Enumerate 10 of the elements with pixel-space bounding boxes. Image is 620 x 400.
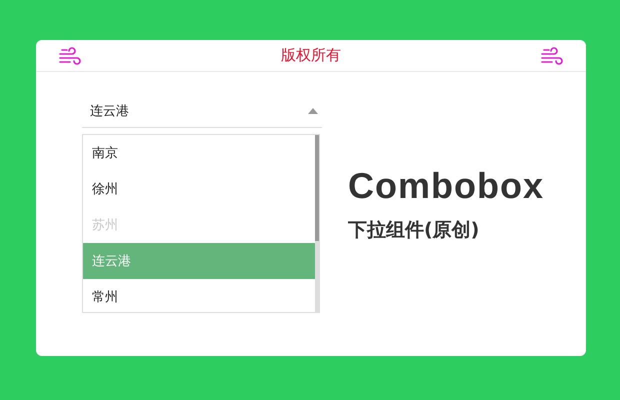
heading-subtitle: 下拉组件(原创)	[348, 218, 480, 242]
header-title: 版权所有	[281, 46, 341, 65]
wind-icon	[58, 46, 82, 66]
wind-icon	[540, 46, 564, 66]
combobox-value: 连云港	[90, 102, 129, 120]
dropdown-option[interactable]: 常州	[83, 279, 315, 315]
scrollbar[interactable]	[315, 135, 319, 312]
dropdown-option[interactable]: 徐州	[83, 171, 315, 207]
dropdown-option[interactable]: 南京	[83, 135, 315, 171]
heading-title: Combobox	[348, 164, 544, 206]
